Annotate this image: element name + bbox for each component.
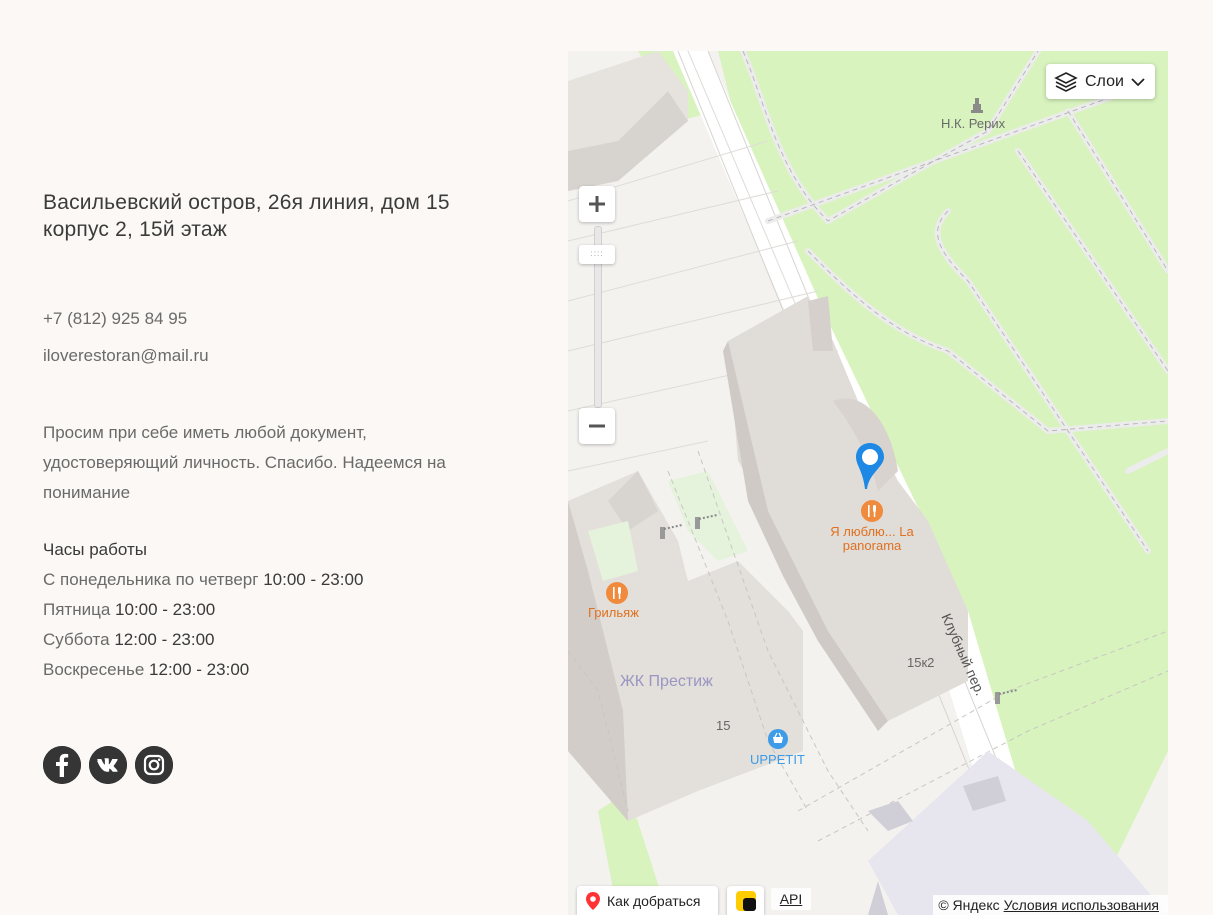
layers-label: Слои (1085, 72, 1124, 90)
route-label: Как добраться (607, 892, 701, 909)
copyright-text: © Яндекс (938, 897, 1000, 913)
facebook-icon[interactable] (43, 746, 81, 784)
email-link[interactable]: iloverestoran@mail.ru (43, 346, 209, 366)
hours-time: 12:00 - 23:00 (149, 660, 250, 679)
hours-days: Воскресенье (43, 660, 145, 679)
api-link[interactable]: API (771, 888, 811, 910)
house-number-label: 15к2 (907, 655, 935, 670)
instagram-icon[interactable] (135, 746, 173, 784)
barrier-icon (995, 689, 1018, 704)
zoom-slider-handle[interactable]: :::: (579, 245, 615, 264)
shop-label[interactable]: UPPETIT (750, 752, 805, 767)
monument-icon (971, 98, 983, 113)
vk-icon[interactable] (89, 746, 127, 784)
minus-icon (589, 424, 605, 428)
hours-row: Суббота 12:00 - 23:00 (43, 630, 215, 650)
hours-row: Пятница 10:00 - 23:00 (43, 600, 215, 620)
zoom-in-button[interactable] (579, 186, 615, 222)
restaurant-label[interactable]: Я люблю... La panorama (826, 525, 918, 553)
yandex-logo-icon (735, 890, 756, 911)
yandex-maps-button[interactable] (727, 886, 764, 915)
hours-days: С понедельника по четверг (43, 570, 259, 589)
location-marker-icon[interactable] (853, 441, 887, 491)
grill-icon[interactable] (605, 581, 629, 605)
hours-days: Пятница (43, 600, 111, 619)
hours-time: 12:00 - 23:00 (114, 630, 215, 649)
layers-icon (1054, 71, 1078, 92)
restaurant-icon[interactable] (860, 499, 884, 523)
plus-icon (589, 196, 605, 212)
layers-button[interactable]: Слои (1046, 64, 1155, 99)
social-links (43, 746, 173, 784)
complex-label: ЖК Престиж (620, 673, 713, 690)
hours-time: 10:00 - 23:00 (115, 600, 216, 619)
map-pin-icon (586, 891, 600, 910)
house-number-label: 15 (716, 718, 731, 733)
barrier-icon (660, 524, 683, 539)
hours-row: Воскресенье 12:00 - 23:00 (43, 660, 249, 680)
hours-time: 10:00 - 23:00 (263, 570, 364, 589)
yandex-map[interactable]: Н.К. Рерих Я люблю... La panorama Грилья… (568, 51, 1168, 915)
copyright: © Яндекс Условия использования (933, 895, 1168, 915)
route-button[interactable]: Как добраться (577, 886, 718, 915)
phone-link[interactable]: +7 (812) 925 84 95 (43, 309, 187, 329)
terms-link[interactable]: Условия использования (1004, 897, 1159, 913)
monument-label: Н.К. Рерих (941, 116, 1006, 131)
zoom-out-button[interactable] (579, 408, 615, 444)
hours-row: С понедельника по четверг 10:00 - 23:00 (43, 570, 363, 590)
document-note: Просим при себе иметь любой документ, уд… (43, 423, 446, 502)
address: Васильевский остров, 26я линия, дом 15 к… (43, 191, 450, 241)
hours-days: Суббота (43, 630, 110, 649)
chevron-down-icon (1131, 77, 1145, 86)
grill-label[interactable]: Грильяж (588, 605, 639, 620)
hours-title: Часы работы (43, 540, 147, 559)
shop-icon[interactable] (767, 728, 789, 750)
barrier-icon (695, 514, 718, 529)
